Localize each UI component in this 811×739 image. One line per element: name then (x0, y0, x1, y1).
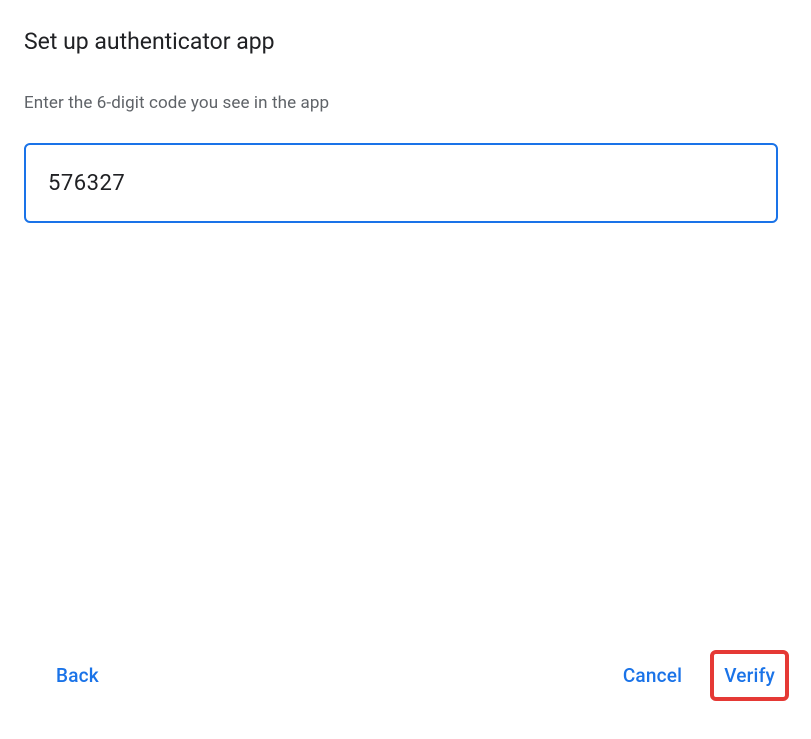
dialog-title: Set up authenticator app (24, 28, 787, 55)
cancel-button[interactable]: Cancel (613, 656, 692, 695)
instruction-text: Enter the 6-digit code you see in the ap… (24, 93, 811, 113)
authenticator-setup-dialog: Set up authenticator app Enter the 6-dig… (0, 0, 811, 739)
back-button[interactable]: Back (46, 656, 109, 695)
content-inner: Enter the 6-digit code you see in the ap… (0, 67, 811, 622)
verify-button[interactable]: Verify (722, 660, 777, 691)
code-input[interactable] (24, 143, 778, 223)
verify-highlight: Verify (710, 650, 789, 701)
content-scroll-area[interactable]: Enter the 6-digit code you see in the ap… (0, 67, 811, 622)
dialog-footer: Back Cancel Verify (0, 622, 811, 739)
dialog-header: Set up authenticator app (0, 0, 811, 67)
